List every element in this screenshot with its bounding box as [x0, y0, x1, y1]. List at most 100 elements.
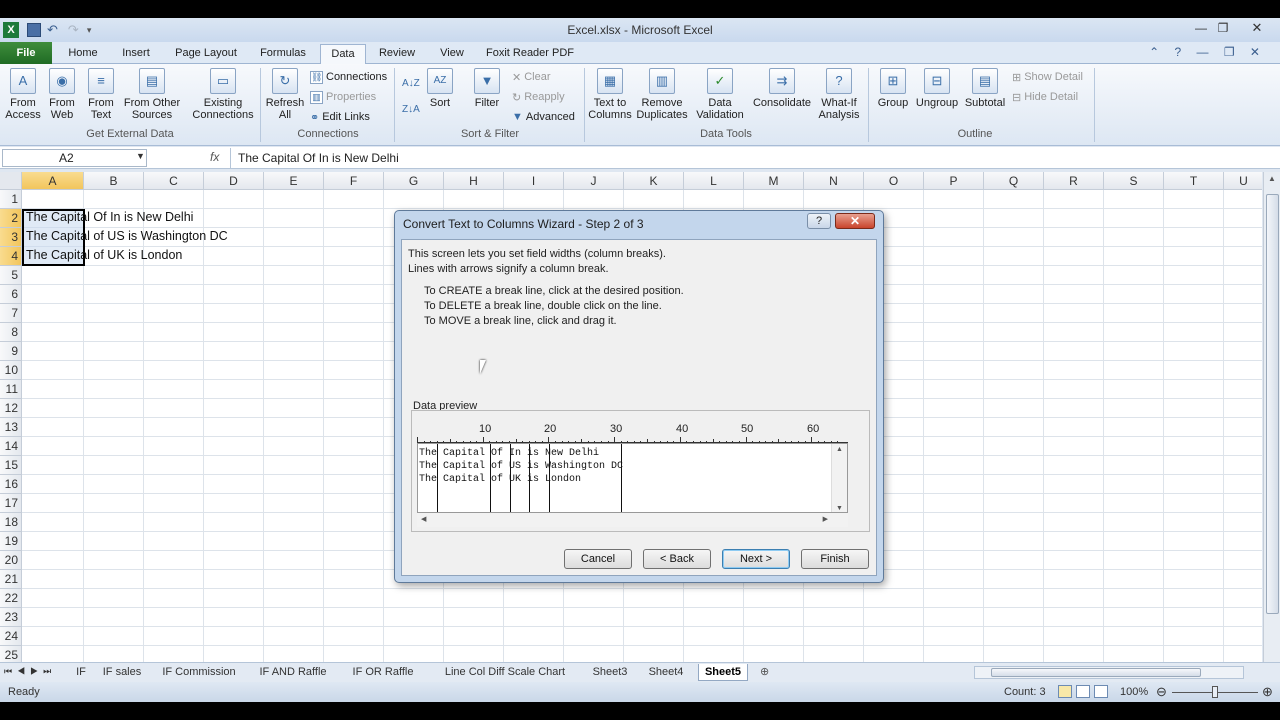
- advanced-button[interactable]: ▼ Advanced: [512, 108, 575, 126]
- sort-button[interactable]: AZ Sort: [424, 68, 456, 109]
- column-header[interactable]: M: [744, 172, 804, 190]
- sheet-tab[interactable]: IF Commission: [158, 664, 240, 681]
- what-if-analysis-button[interactable]: ? What-If Analysis: [814, 68, 864, 121]
- row-header[interactable]: 12: [0, 399, 22, 418]
- sheet-tab[interactable]: IF AND Raffle: [252, 664, 334, 681]
- column-header[interactable]: U: [1224, 172, 1262, 190]
- show-detail-button[interactable]: ⊞ Show Detail: [1012, 68, 1083, 86]
- filter-button[interactable]: ▼ Filter: [470, 68, 504, 109]
- horizontal-scroll-thumb[interactable]: [991, 668, 1201, 677]
- column-header[interactable]: T: [1164, 172, 1224, 190]
- properties-button[interactable]: ▥ Properties: [310, 88, 376, 106]
- column-header[interactable]: H: [444, 172, 504, 190]
- row-header[interactable]: 16: [0, 475, 22, 494]
- group-button[interactable]: ⊞ Group: [874, 68, 912, 109]
- column-header[interactable]: B: [84, 172, 144, 190]
- column-header[interactable]: J: [564, 172, 624, 190]
- column-header[interactable]: R: [1044, 172, 1104, 190]
- column-break-line[interactable]: [621, 444, 622, 512]
- name-box[interactable]: A2: [2, 149, 147, 167]
- preview-scroll-up-icon[interactable]: ▲: [836, 446, 843, 453]
- subtotal-button[interactable]: ▤ Subtotal: [962, 68, 1008, 109]
- from-text-button[interactable]: ≡ From Text: [84, 68, 118, 121]
- preview-vertical-scrollbar[interactable]: ▲ ▼: [831, 444, 847, 512]
- preview-scroll-right-icon[interactable]: ▶: [823, 515, 828, 523]
- preview-scroll-left-icon[interactable]: ◀: [421, 515, 426, 523]
- text-to-columns-button[interactable]: ▦ Text to Columns: [588, 68, 632, 121]
- tab-data[interactable]: Data: [320, 44, 366, 65]
- row-header[interactable]: 6: [0, 285, 22, 304]
- tab-foxit-reader-pdf[interactable]: Foxit Reader PDF: [482, 44, 578, 64]
- from-web-button[interactable]: ◉ From Web: [44, 68, 80, 121]
- row-header[interactable]: 9: [0, 342, 22, 361]
- tab-insert[interactable]: Insert: [112, 44, 160, 64]
- tab-file[interactable]: File: [0, 42, 52, 64]
- column-header[interactable]: S: [1104, 172, 1164, 190]
- tab-view[interactable]: View: [430, 44, 474, 64]
- scroll-up-arrow-icon[interactable]: ▲: [1265, 174, 1279, 188]
- column-break-line[interactable]: [510, 444, 511, 512]
- column-header[interactable]: N: [804, 172, 864, 190]
- row-header[interactable]: 19: [0, 532, 22, 551]
- column-break-line[interactable]: [529, 444, 530, 512]
- row-header[interactable]: 3: [0, 228, 22, 247]
- sheet-nav-arrows-icon[interactable]: ⏮◀▶⏭: [4, 666, 56, 677]
- row-header[interactable]: 14: [0, 437, 22, 456]
- tab-formulas[interactable]: Formulas: [252, 44, 314, 64]
- ungroup-button[interactable]: ⊟ Ungroup: [914, 68, 960, 109]
- name-box-dropdown-icon[interactable]: ▼: [136, 151, 145, 161]
- row-header[interactable]: 2: [0, 209, 22, 228]
- insert-function-icon[interactable]: fx: [210, 150, 219, 164]
- minimize-button[interactable]: —: [1190, 20, 1212, 36]
- connections-button[interactable]: ⛓ Connections: [310, 68, 387, 86]
- column-header[interactable]: L: [684, 172, 744, 190]
- sheet-tab[interactable]: Line Col Diff Scale Chart: [432, 664, 578, 681]
- sheet-tab[interactable]: Sheet4: [644, 664, 688, 681]
- zoom-slider-thumb[interactable]: [1212, 686, 1218, 698]
- insert-sheet-icon[interactable]: ⊕: [760, 665, 769, 678]
- dialog-help-button[interactable]: ?: [807, 213, 831, 229]
- cancel-button[interactable]: Cancel: [564, 549, 632, 569]
- tab-page-layout[interactable]: Page Layout: [168, 44, 244, 64]
- reapply-button[interactable]: ↻ Reapply: [512, 88, 565, 106]
- back-button[interactable]: < Back: [643, 549, 711, 569]
- row-header[interactable]: 24: [0, 627, 22, 646]
- row-header[interactable]: 8: [0, 323, 22, 342]
- edit-links-button[interactable]: ⚭ Edit Links: [310, 108, 370, 126]
- column-ruler[interactable]: 10 20 30 40 50 60: [417, 423, 848, 443]
- dialog-close-button[interactable]: ✕: [835, 213, 875, 229]
- column-header[interactable]: A: [22, 172, 84, 190]
- row-header[interactable]: 22: [0, 589, 22, 608]
- preview-horizontal-scrollbar[interactable]: ◀ ▶: [417, 513, 848, 527]
- preview-scroll-down-icon[interactable]: ▼: [836, 505, 843, 512]
- vertical-scroll-thumb[interactable]: [1266, 194, 1279, 614]
- cell-a4[interactable]: The Capital of UK is London: [26, 248, 182, 262]
- row-header[interactable]: 5: [0, 266, 22, 285]
- tab-home[interactable]: Home: [60, 44, 106, 64]
- sheet-tab[interactable]: Sheet3: [588, 664, 632, 681]
- column-header[interactable]: O: [864, 172, 924, 190]
- column-break-line[interactable]: [490, 444, 491, 512]
- data-validation-button[interactable]: ✓ Data Validation: [692, 68, 748, 121]
- row-header[interactable]: 11: [0, 380, 22, 399]
- cell-a2[interactable]: The Capital Of In is New Delhi: [26, 210, 193, 224]
- column-header[interactable]: F: [324, 172, 384, 190]
- normal-view-icon[interactable]: [1058, 685, 1072, 698]
- row-header[interactable]: 15: [0, 456, 22, 475]
- zoom-out-icon[interactable]: ⊖: [1156, 684, 1167, 700]
- next-button[interactable]: Next >: [722, 549, 790, 569]
- column-header[interactable]: G: [384, 172, 444, 190]
- page-layout-view-icon[interactable]: [1076, 685, 1090, 698]
- vertical-scrollbar[interactable]: ▲: [1263, 172, 1280, 662]
- formula-input[interactable]: The Capital Of In is New Delhi: [230, 148, 1265, 168]
- row-header[interactable]: 17: [0, 494, 22, 513]
- sort-descending-button[interactable]: Z↓A: [402, 100, 420, 118]
- restore-button[interactable]: ❐: [1212, 20, 1234, 36]
- from-other-sources-button[interactable]: ▤ From Other Sources: [120, 68, 184, 121]
- hide-detail-button[interactable]: ⊟ Hide Detail: [1012, 88, 1078, 106]
- sheet-tab[interactable]: IF OR Raffle: [346, 664, 420, 681]
- column-header[interactable]: D: [204, 172, 264, 190]
- row-header[interactable]: 18: [0, 513, 22, 532]
- close-window-button[interactable]: ✕: [1244, 20, 1270, 36]
- refresh-all-button[interactable]: ↻ Refresh All: [264, 68, 306, 121]
